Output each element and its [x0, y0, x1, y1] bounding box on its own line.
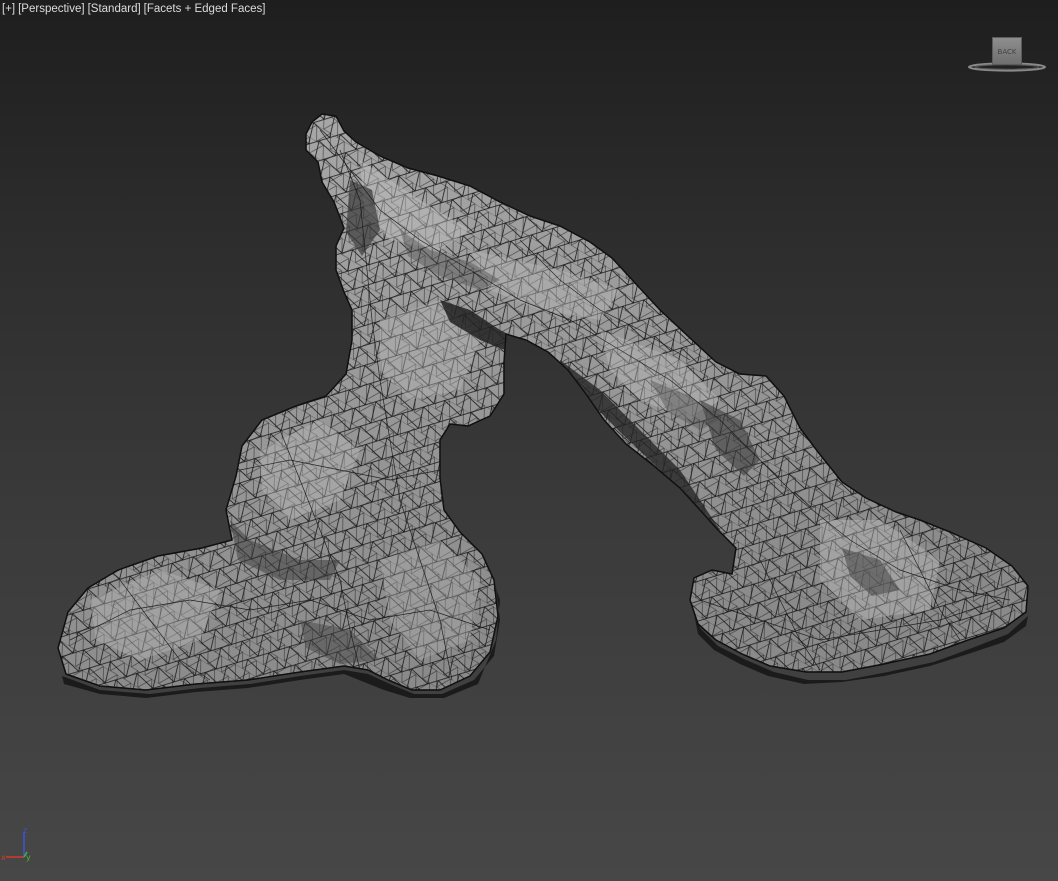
- axis-x-label: x: [1, 853, 6, 862]
- axis-y-label: y: [26, 853, 31, 862]
- axis-tripod: z x y: [0, 824, 40, 864]
- rock-arch-mesh[interactable]: [0, 0, 1058, 881]
- perspective-viewport[interactable]: [+] [Perspective] [Standard] [Facets + Edge…: [0, 0, 1058, 881]
- axis-z-label: z: [23, 826, 27, 835]
- mesh-wireframe: [58, 114, 1028, 690]
